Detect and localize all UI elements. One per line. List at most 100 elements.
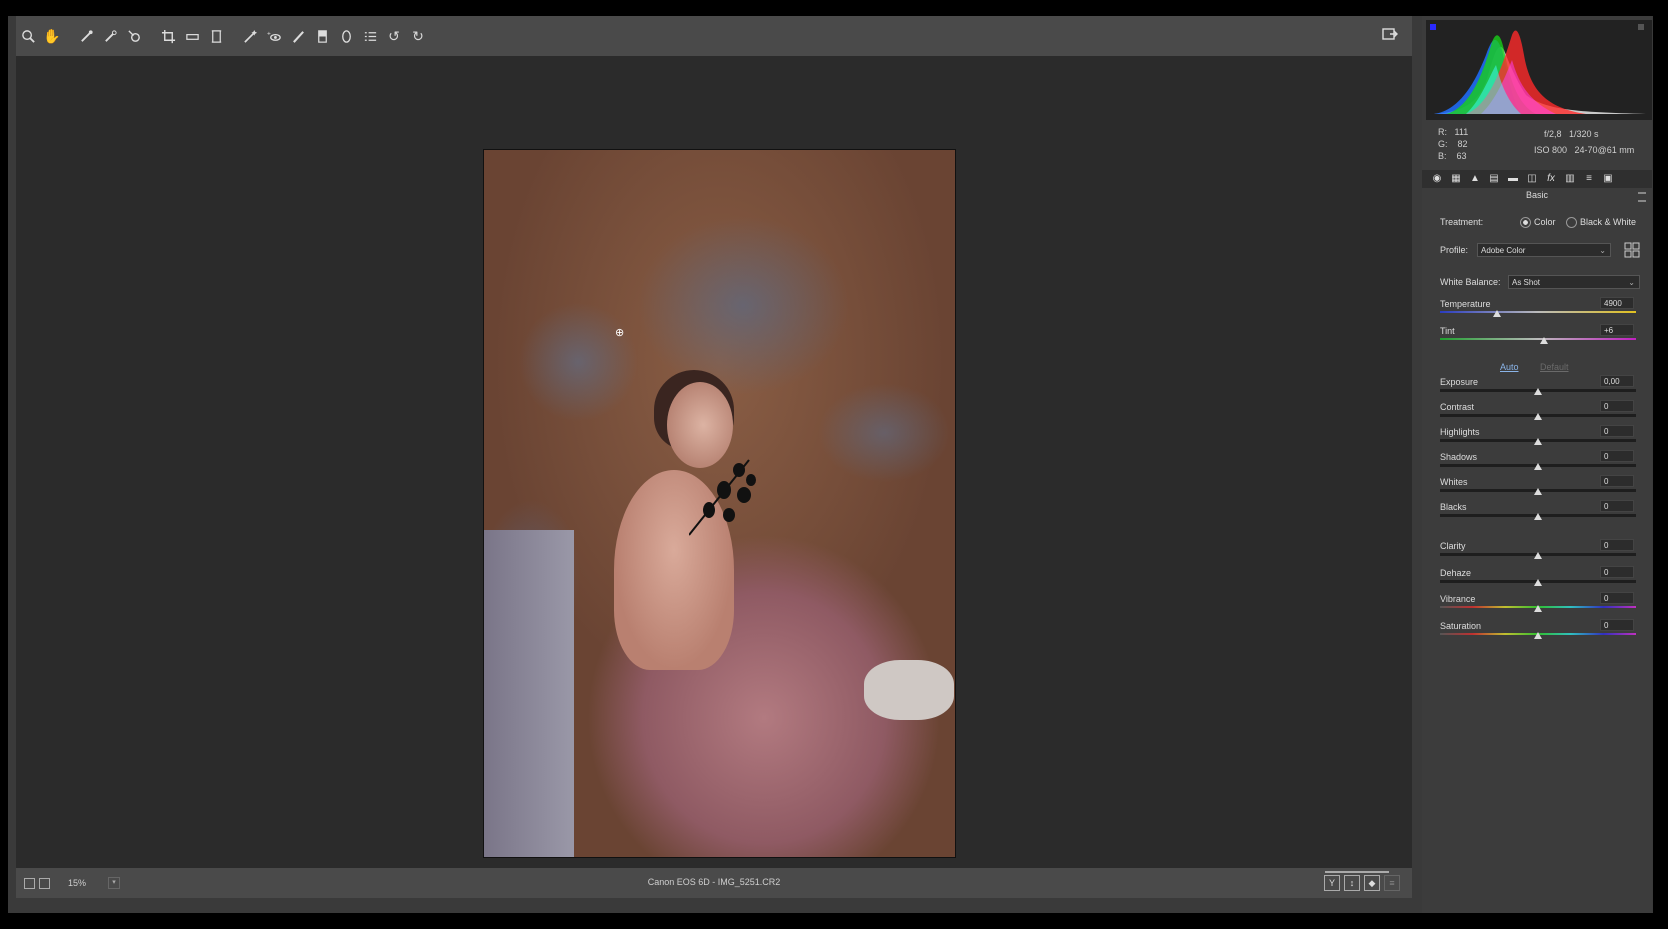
open-preferences-icon[interactable] (1382, 26, 1402, 46)
copy-settings-button[interactable]: ◆ (1364, 875, 1380, 891)
panel-tabs: ◉ ▦ ▲ ▤ ▬ ◫ fx ▥ ≡ ▣ (1422, 170, 1652, 188)
chevron-down-icon: ⌄ (1599, 246, 1606, 255)
tint-value-field[interactable]: +6 (1600, 324, 1634, 336)
treatment-bw-radio[interactable]: Black & White (1566, 217, 1637, 229)
image-preview-area[interactable]: ⊕ (16, 56, 1412, 868)
status-bar: 15% ▾ Canon EOS 6D - IMG_5251.CR2 Y ↕ ◆ … (16, 868, 1412, 898)
clarity-value-field[interactable]: 0 (1600, 539, 1634, 551)
crop-tool-icon[interactable] (158, 26, 178, 46)
whites-value-field[interactable]: 0 (1600, 475, 1634, 487)
rgb-exif-readout: R: 111 G: 82 B: 63 f/2,8 1/320 s ISO 800… (1434, 126, 1644, 170)
shadows-slider-thumb[interactable] (1534, 463, 1542, 470)
exposure-label: Exposure (1440, 377, 1479, 387)
spot-removal-tool-icon[interactable] (240, 26, 260, 46)
radio-empty-icon (1566, 217, 1577, 229)
transform-tool-icon[interactable] (206, 26, 226, 46)
radio-selected-icon (1520, 217, 1531, 229)
treatment-color-radio[interactable]: Color (1520, 217, 1556, 229)
split-toning-tab-icon[interactable]: ▬ (1506, 173, 1520, 185)
shutter-speed: 1/320 s (1569, 129, 1599, 139)
chevron-down-icon: ⌄ (1628, 278, 1635, 287)
rotate-right-icon[interactable]: ↻ (408, 26, 428, 46)
blacks-value-field[interactable]: 0 (1600, 500, 1634, 512)
treatment-color-label: Color (1534, 217, 1556, 227)
saturation-slider-thumb[interactable] (1534, 632, 1542, 639)
graduated-filter-tool-icon[interactable] (312, 26, 332, 46)
basic-tab-icon[interactable]: ◉ (1430, 173, 1444, 185)
treatment-bw-label: Black & White (1580, 217, 1637, 227)
presets-tab-icon[interactable]: ≡ (1582, 173, 1596, 185)
highlights-value-field[interactable]: 0 (1600, 425, 1634, 437)
photo-black-leaves (689, 459, 756, 536)
dehaze-slider-thumb[interactable] (1534, 579, 1542, 586)
radial-filter-tool-icon[interactable] (336, 26, 356, 46)
treatment-row: Treatment: Color Black & White (1440, 217, 1644, 229)
lens: 24-70@61 mm (1574, 145, 1635, 155)
profile-select[interactable]: Adobe Color ⌄ (1477, 243, 1611, 257)
exposure-slider-thumb[interactable] (1534, 388, 1542, 395)
section-menu-icon[interactable] (1638, 192, 1646, 202)
whites-label: Whites (1440, 477, 1468, 487)
highlight-clipping-warning-icon[interactable] (1638, 24, 1644, 30)
clarity-slider-thumb[interactable] (1534, 552, 1542, 559)
wb-label: White Balance: (1440, 277, 1501, 287)
tone-curve-tab-icon[interactable]: ▦ (1449, 173, 1463, 185)
auto-link[interactable]: Auto (1500, 362, 1519, 372)
iso: ISO 800 (1534, 145, 1568, 155)
profile-label: Profile: (1440, 245, 1469, 255)
vibrance-slider-thumb[interactable] (1534, 605, 1542, 612)
color-sampler-tool-icon[interactable] (100, 26, 120, 46)
photo-preview[interactable]: ⊕ (483, 149, 956, 858)
b-label: B: (1438, 151, 1447, 161)
before-after-view-button[interactable]: Y (1324, 875, 1340, 891)
file-info: Canon EOS 6D - IMG_5251.CR2 (647, 877, 781, 887)
contrast-label: Contrast (1440, 402, 1475, 412)
highlights-slider-thumb[interactable] (1534, 438, 1542, 445)
toggle-settings-icon[interactable]: ≡ (1384, 875, 1400, 891)
targeted-adjustment-tool-icon[interactable] (124, 26, 144, 46)
white-balance-select[interactable]: As Shot ⌄ (1508, 275, 1640, 289)
hsl-tab-icon[interactable]: ▤ (1487, 173, 1501, 185)
temperature-slider-thumb[interactable] (1492, 310, 1501, 317)
blacks-slider-thumb[interactable] (1534, 513, 1542, 520)
tint-slider-track[interactable] (1440, 338, 1636, 340)
effects-tab-icon[interactable]: fx (1544, 173, 1558, 185)
temperature-slider-track[interactable] (1440, 311, 1636, 313)
shadows-label: Shadows (1440, 452, 1478, 462)
shadow-clipping-warning-icon[interactable] (1430, 24, 1436, 30)
profile-value: Adobe Color (1481, 246, 1526, 255)
swap-settings-button[interactable]: ↕ (1344, 875, 1360, 891)
profile-browser-icon[interactable] (1624, 242, 1640, 258)
straighten-tool-icon[interactable] (182, 26, 202, 46)
shadows-value-field[interactable]: 0 (1600, 450, 1634, 462)
vibrance-value-field[interactable]: 0 (1600, 592, 1634, 604)
red-eye-tool-icon[interactable]: + (264, 26, 284, 46)
dehaze-value-field[interactable]: 0 (1600, 566, 1634, 578)
treatment-label: Treatment: (1440, 217, 1484, 227)
r-value: 111 (1454, 127, 1469, 137)
histogram (1426, 20, 1652, 120)
adjustment-brush-tool-icon[interactable] (288, 26, 308, 46)
detail-tab-icon[interactable]: ▲ (1468, 173, 1482, 185)
lens-corrections-tab-icon[interactable]: ◫ (1525, 173, 1539, 185)
contrast-value-field[interactable]: 0 (1600, 400, 1634, 412)
section-title: Basic (1525, 190, 1548, 200)
whites-slider-thumb[interactable] (1534, 488, 1542, 495)
g-label: G: (1438, 139, 1448, 149)
temperature-label: Temperature (1440, 299, 1491, 309)
g-value: 82 (1457, 139, 1468, 149)
tint-slider-thumb[interactable] (1539, 337, 1548, 344)
hand-tool-icon[interactable]: ✋ (42, 26, 62, 46)
white-balance-tool-icon[interactable] (76, 26, 96, 46)
zoom-tool-icon[interactable] (18, 26, 38, 46)
temperature-value-field[interactable]: 4900 (1600, 297, 1634, 309)
r-label: R: (1438, 127, 1447, 137)
default-link[interactable]: Default (1540, 362, 1569, 372)
exposure-value-field[interactable]: 0,00 (1600, 375, 1634, 387)
presets-tool-icon[interactable] (360, 26, 380, 46)
snapshots-tab-icon[interactable]: ▣ (1601, 173, 1615, 185)
saturation-value-field[interactable]: 0 (1600, 619, 1634, 631)
contrast-slider-thumb[interactable] (1534, 413, 1542, 420)
calibration-tab-icon[interactable]: ▥ (1563, 173, 1577, 185)
rotate-left-icon[interactable]: ↺ (384, 26, 404, 46)
